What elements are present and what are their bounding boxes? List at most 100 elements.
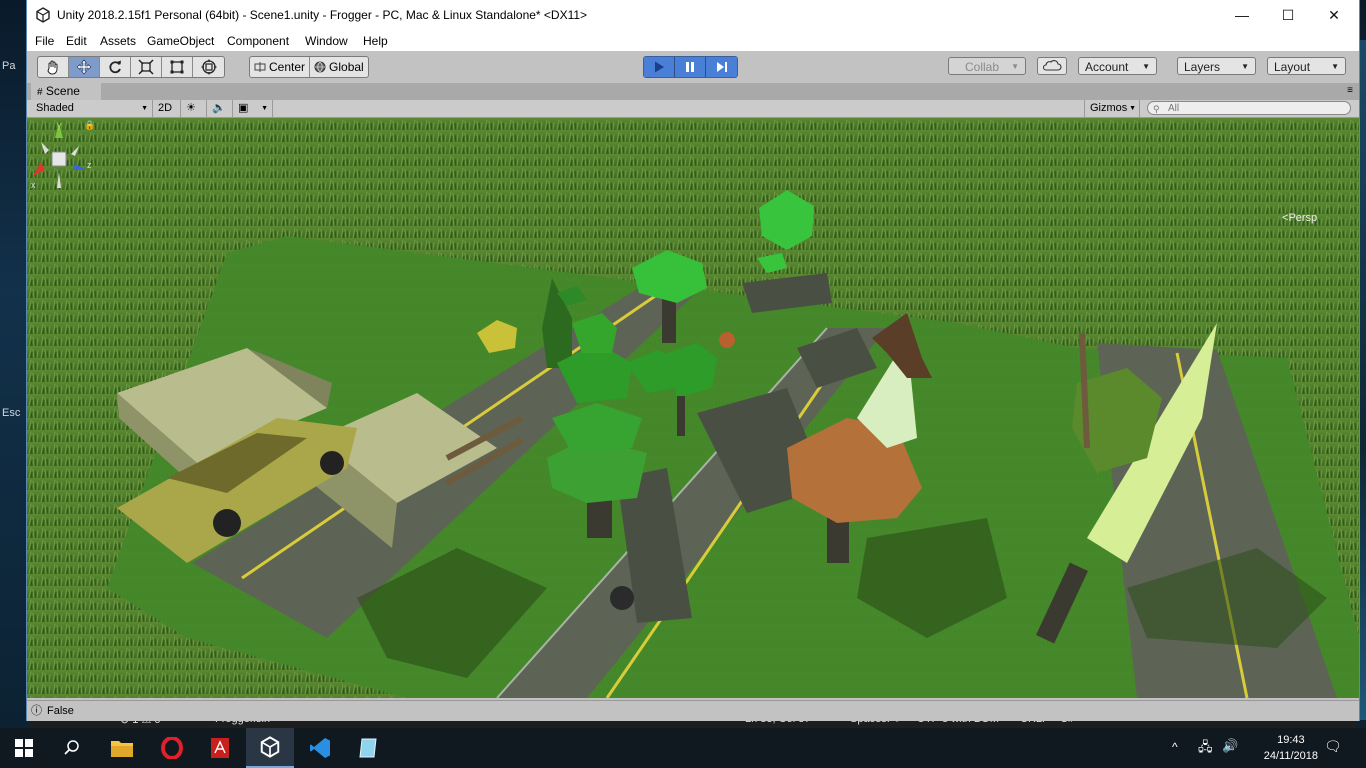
gizmo-y-label: y xyxy=(57,120,62,130)
scale-tool-icon xyxy=(138,59,154,75)
pdf-icon xyxy=(211,738,229,758)
gizmo-x-arrow[interactable] xyxy=(33,162,45,176)
pivot-center-button[interactable]: Center xyxy=(250,57,311,77)
shading-mode-label: Shaded xyxy=(36,102,74,114)
layout-dropdown[interactable]: Layout ▼ xyxy=(1267,57,1346,75)
layers-dropdown[interactable]: Layers ▼ xyxy=(1177,57,1256,75)
shading-mode-dropdown[interactable]: Shaded ▼ xyxy=(31,100,153,117)
effects-dropdown[interactable]: ▣ ▼ xyxy=(233,100,273,117)
image-icon: ▣ xyxy=(238,102,249,114)
scene-orientation-gizmo[interactable]: y z x 🔒 xyxy=(27,118,97,210)
search-icon: ⚲ xyxy=(1153,104,1160,114)
opera-button[interactable] xyxy=(148,728,196,768)
transform-tools xyxy=(37,56,225,78)
gizmo-z-arrow[interactable] xyxy=(73,164,87,170)
file-explorer-button[interactable] xyxy=(98,728,146,768)
search-icon xyxy=(64,740,79,755)
grid-icon: # xyxy=(37,87,43,98)
perspective-toggle[interactable]: <Persp xyxy=(1282,212,1317,224)
globe-icon xyxy=(314,61,326,73)
play-icon xyxy=(655,61,664,73)
chevron-up-icon[interactable]: ^ xyxy=(1172,740,1178,754)
step-icon xyxy=(716,62,727,72)
gizmo-x-label: x xyxy=(31,180,36,190)
notepad-button[interactable] xyxy=(344,728,392,768)
menu-component[interactable]: Component xyxy=(227,34,289,48)
cloud-button[interactable] xyxy=(1037,57,1067,75)
rect-tool-icon xyxy=(170,60,184,74)
scene-render xyxy=(27,118,1359,698)
move-tool-icon xyxy=(76,59,92,75)
menu-gameobject[interactable]: GameObject xyxy=(147,34,214,48)
scale-tool-button[interactable] xyxy=(131,57,162,77)
move-tool-button[interactable] xyxy=(69,57,100,77)
taskbar-clock[interactable]: 19:43 24/11/2018 xyxy=(1264,732,1318,764)
main-toolbar: Center Global Collab ▼ Account ▼ Layers … xyxy=(27,51,1359,83)
search-taskbar-button[interactable] xyxy=(48,728,96,768)
hand-tool-button[interactable] xyxy=(38,57,69,77)
gizmos-label: Gizmos xyxy=(1090,102,1128,114)
network-icon[interactable]: 🖧 xyxy=(1198,738,1213,760)
account-label: Account xyxy=(1085,60,1129,74)
step-button[interactable] xyxy=(706,57,737,77)
status-bar: ⓘ False xyxy=(27,700,1359,721)
status-message[interactable]: False xyxy=(47,701,74,721)
close-button[interactable]: ✕ xyxy=(1311,0,1357,31)
volume-icon[interactable]: 🔊 xyxy=(1222,738,1238,754)
collab-dropdown[interactable]: Collab ▼ xyxy=(948,57,1026,75)
menu-help[interactable]: Help xyxy=(363,34,388,48)
chevron-down-icon: ▼ xyxy=(1331,62,1339,71)
start-button[interactable] xyxy=(0,728,48,768)
rect-tool-button[interactable] xyxy=(162,57,193,77)
pivot-toggle-group: Center Global xyxy=(249,56,369,78)
hand-tool-icon xyxy=(47,60,58,75)
cloud-icon xyxy=(1042,60,1062,71)
transform-tool-button[interactable] xyxy=(193,57,224,77)
desktop-text-left-1: Pa xyxy=(2,60,16,72)
rotate-tool-button[interactable] xyxy=(100,57,131,77)
tab-scene[interactable]: # Scene xyxy=(31,83,101,100)
info-icon: ⓘ xyxy=(31,705,42,717)
title-bar[interactable]: Unity 2018.2.15f1 Personal (64bit) - Sce… xyxy=(27,0,1359,31)
pivot-global-label: Global xyxy=(329,60,364,74)
layout-label: Layout xyxy=(1274,60,1311,74)
account-dropdown[interactable]: Account ▼ xyxy=(1078,57,1157,75)
lighting-toggle-button[interactable]: ☀ xyxy=(181,100,207,117)
pivot-center-icon xyxy=(254,62,266,72)
scene-tab-bar: # Scene ≡ xyxy=(27,83,1359,100)
vscode-button[interactable] xyxy=(296,728,344,768)
menu-window[interactable]: Window xyxy=(305,34,348,48)
folder-icon xyxy=(111,741,133,757)
unity-logo-icon xyxy=(36,7,50,23)
unity-taskbar-button[interactable] xyxy=(246,728,294,768)
audio-toggle-button[interactable]: 🔈 xyxy=(207,100,233,117)
collab-label: Collab xyxy=(965,60,1000,74)
scene-viewport[interactable]: y z x 🔒 <Persp xyxy=(27,118,1359,698)
menu-assets[interactable]: Assets xyxy=(100,34,136,48)
transform-tool-icon xyxy=(201,59,216,75)
minimize-button[interactable]: — xyxy=(1219,0,1265,31)
speaker-icon: 🔈 xyxy=(212,102,226,114)
scene-search-input[interactable]: ⚲ All xyxy=(1147,101,1351,115)
menu-file[interactable]: File xyxy=(35,34,54,48)
scene-search-placeholder: All xyxy=(1168,103,1180,114)
notifications-icon[interactable]: 🗨 xyxy=(1324,738,1342,755)
chevron-down-icon: ▼ xyxy=(1011,62,1019,71)
clock-time: 19:43 xyxy=(1277,734,1305,746)
toggle-2d-button[interactable]: 2D xyxy=(153,100,181,117)
chevron-down-icon: ▼ xyxy=(141,105,148,112)
chevron-down-icon: ▼ xyxy=(1241,62,1249,71)
unity-icon xyxy=(260,736,280,758)
lock-icon[interactable]: 🔒 xyxy=(84,120,95,130)
pause-button[interactable] xyxy=(675,57,706,77)
rotate-tool-icon xyxy=(109,60,121,74)
gizmos-dropdown[interactable]: Gizmos ▼ xyxy=(1084,100,1140,117)
pivot-global-button[interactable]: Global xyxy=(310,57,368,77)
playmode-controls xyxy=(643,56,738,78)
maximize-button[interactable]: ☐ xyxy=(1265,0,1311,31)
play-button[interactable] xyxy=(644,57,675,77)
tab-menu-icon[interactable]: ≡ xyxy=(1347,85,1353,96)
menu-edit[interactable]: Edit xyxy=(66,34,87,48)
pdf-reader-button[interactable] xyxy=(196,728,244,768)
layers-label: Layers xyxy=(1184,60,1221,74)
